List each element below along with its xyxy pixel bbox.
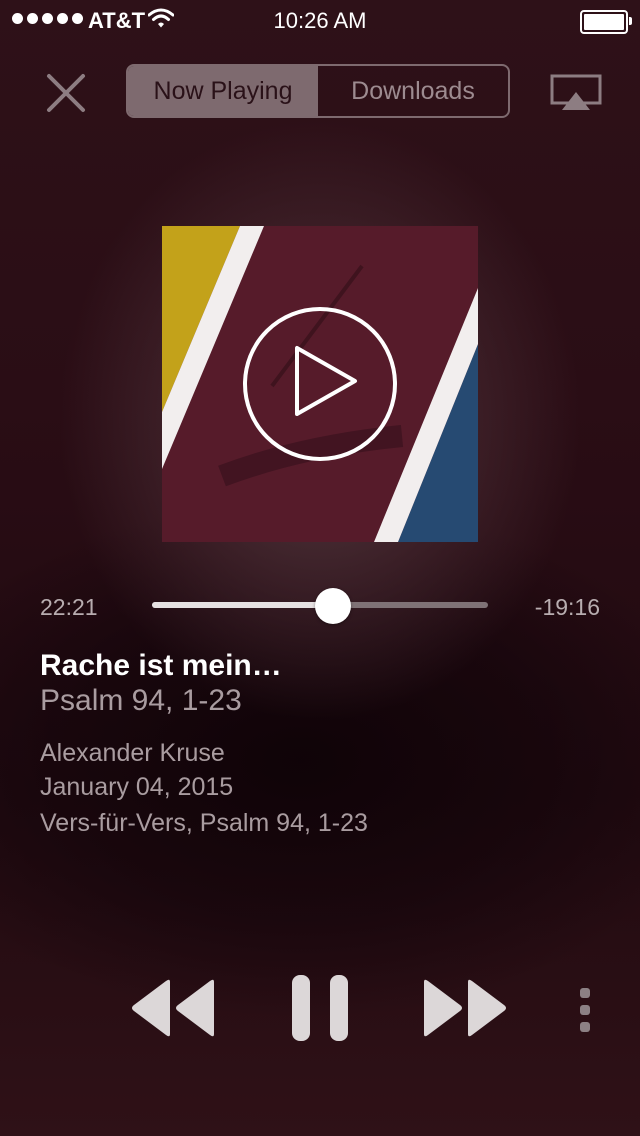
more-icon[interactable] [578, 988, 592, 1032]
battery-icon [580, 10, 632, 34]
progress-fill [152, 602, 334, 608]
rewind-icon[interactable] [130, 978, 216, 1038]
track-title: Rache ist mein… [40, 649, 282, 682]
status-bar: AT&T 10:26 AM [0, 0, 640, 40]
background [0, 0, 640, 1136]
clock: 10:26 AM [273, 8, 367, 33]
speaker-name: Alexander Kruse [40, 739, 225, 767]
tab-now-playing[interactable]: Now Playing [128, 66, 318, 116]
remaining-time: -19:16 [534, 594, 600, 620]
close-icon[interactable] [46, 73, 86, 113]
track-date: January 04, 2015 [40, 773, 234, 801]
segmented-control: Now Playing Downloads [126, 64, 510, 118]
fast-forward-icon[interactable] [422, 978, 508, 1038]
album-artwork[interactable] [162, 226, 478, 542]
tab-downloads[interactable]: Downloads [318, 66, 508, 116]
airplay-icon[interactable] [550, 74, 602, 112]
track-subtitle: Psalm 94, 1-23 [40, 684, 242, 717]
pause-icon[interactable] [292, 975, 348, 1041]
series-name: Vers-für-Vers, Psalm 94, 1-23 [40, 809, 368, 837]
elapsed-time: 22:21 [40, 594, 98, 620]
